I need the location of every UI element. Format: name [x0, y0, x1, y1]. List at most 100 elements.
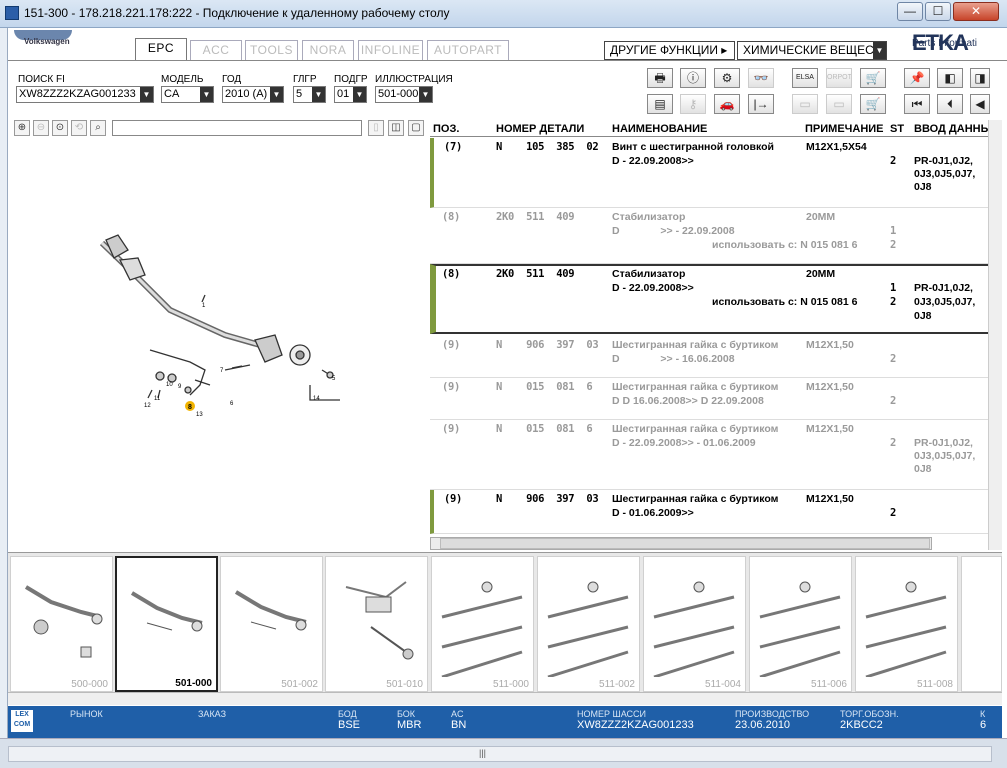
ac-value: BN	[451, 719, 467, 731]
trade-label: ТОРГ.ОБОЗН.	[840, 709, 899, 719]
next-page-icon[interactable]: ◨	[970, 68, 990, 88]
cart-icon[interactable]: 🛒	[860, 94, 886, 114]
table-row[interactable]: (9) N 906 397 03 Шестигранная гайка с бу…	[430, 490, 990, 534]
thumbnail[interactable]: 511-002	[537, 556, 640, 692]
thumbnail-scrollbar[interactable]	[8, 692, 1002, 705]
col-name[interactable]: НАИМЕНОВАНИЕ	[612, 123, 707, 135]
info-icon[interactable]: ⓘ	[680, 68, 706, 88]
other-functions-button[interactable]: ДРУГИЕ ФУНКЦИИ ▸	[604, 41, 735, 60]
callout-6: 6	[230, 401, 234, 407]
year-select[interactable]: 2010 (A) ▼	[222, 86, 284, 103]
illustration-panel[interactable]: 1 7 10 9 12 11 13 14 6 5 8	[10, 140, 428, 550]
prev-icon[interactable]: ⏴	[937, 94, 963, 114]
table-row-selected[interactable]: (8) 2K0 511 409 Стабилизатор D - 22.09.2…	[430, 264, 990, 334]
zoom-out-icon[interactable]: ⊖	[33, 120, 49, 136]
maximize-button[interactable]: ☐	[925, 2, 951, 21]
zoom-reset-icon[interactable]: ⟲	[71, 120, 87, 136]
first-icon[interactable]: ⏮	[904, 94, 930, 114]
chassis-label: НОМЕР ШАССИ	[577, 709, 647, 719]
thumbnail[interactable]: 511-006	[749, 556, 852, 692]
chevron-down-icon[interactable]: ▼	[140, 87, 153, 102]
callout-7: 7	[220, 368, 224, 374]
tab-autopart[interactable]: AUTOPART	[427, 40, 509, 60]
vin-search-select[interactable]: XW8ZZZ2KZAG001233 ▼	[16, 86, 154, 103]
table-row[interactable]: (8) 2K0 511 409 Стабилизатор D >> - 22.0…	[430, 208, 990, 264]
col-note[interactable]: ПРИМЕЧАНИЕ	[805, 123, 884, 135]
chassis-value: XW8ZZZ2KZAG001233	[577, 719, 694, 731]
table-row[interactable]: (9) N 906 397 03 Шестигранная гайка с бу…	[430, 336, 990, 378]
subgroup-value: 01	[337, 88, 350, 100]
desktop-hscrollbar[interactable]: |||	[8, 746, 992, 762]
chevron-down-icon[interactable]: ▼	[353, 87, 366, 102]
subgroup-select[interactable]: 01 ▼	[334, 86, 367, 103]
thumbnail[interactable]: 511-000	[431, 556, 534, 692]
minimize-button[interactable]: —	[897, 2, 923, 21]
list-icon[interactable]: ▤	[647, 94, 673, 114]
scroll-grip-icon[interactable]: |||	[479, 748, 486, 758]
key-icon[interactable]: ⚷	[680, 94, 706, 114]
full-view-icon[interactable]: ▢	[408, 120, 424, 136]
k-label: К	[980, 709, 986, 719]
year-value: 2010 (A)	[225, 88, 268, 100]
close-button[interactable]: ✕	[953, 2, 999, 21]
callout-8[interactable]: 8	[188, 404, 192, 411]
zoom-fit-icon[interactable]: ⊙	[52, 120, 68, 136]
car-icon[interactable]: 🚗	[714, 94, 740, 114]
zoom-in-icon[interactable]: ⊕	[14, 120, 30, 136]
magnifier-icon[interactable]: ⌕	[90, 120, 106, 136]
thumbnail[interactable]: 501-010	[325, 556, 428, 692]
doc-icon[interactable]: ▭	[792, 94, 818, 114]
doc2-icon[interactable]: ▭	[826, 94, 852, 114]
thumbnail-partial[interactable]	[961, 556, 1002, 692]
chevron-down-icon[interactable]: ▼	[200, 87, 213, 102]
thumbnail[interactable]: 511-008	[855, 556, 958, 692]
thumbnail[interactable]: 500-000	[10, 556, 113, 692]
table-hscroll-thumb[interactable]	[440, 538, 930, 549]
table-row[interactable]: (9) N 015 081 6 Шестигранная гайка с бур…	[430, 420, 990, 490]
model-select[interactable]: CA ▼	[161, 86, 214, 103]
chemicals-select[interactable]: ХИМИЧЕСКИЕ ВЕЩЕСТ ▼	[737, 41, 887, 60]
col-data[interactable]: ВВОД ДАННЫХ	[914, 123, 999, 135]
lexcom-logo: LEX COM	[11, 710, 33, 732]
prev-page-icon[interactable]: ◧	[937, 68, 963, 88]
pin-icon[interactable]: 📌	[904, 68, 930, 88]
tab-nora[interactable]: NORA	[302, 40, 354, 60]
vin-value: XW8ZZZ2KZAG001233	[19, 88, 136, 100]
chevron-down-icon[interactable]: ▼	[270, 87, 283, 102]
table-vscrollbar[interactable]	[988, 120, 1002, 550]
thumbnail-diagram	[865, 581, 947, 679]
thumbnail-diagram	[759, 581, 841, 679]
chevron-down-icon[interactable]: ▼	[312, 87, 325, 102]
thumbnail-label: 511-006	[811, 679, 847, 690]
minus-arrow-icon[interactable]: |→	[748, 94, 774, 114]
col-partnum[interactable]: НОМЕР ДЕТАЛИ	[496, 123, 584, 135]
bod-value: BSE	[338, 719, 361, 731]
thumbnail[interactable]: 501-002	[220, 556, 323, 692]
orpot-icon[interactable]: ORPOT	[826, 68, 852, 88]
illustration-select[interactable]: 501-000 ▼	[375, 86, 433, 103]
illustration-search-field[interactable]	[112, 120, 362, 136]
frame-icon[interactable]: ▯	[368, 120, 384, 136]
thumbnail-current[interactable]: 501-000	[115, 556, 218, 692]
tab-acc[interactable]: ACC	[190, 40, 242, 60]
print-icon[interactable]: 🖶	[647, 68, 673, 88]
maingroup-select[interactable]: 5 ▼	[293, 86, 326, 103]
table-row[interactable]: (7) N 105 385 02 Винт с шестигранной гол…	[430, 138, 990, 208]
elsa-icon[interactable]: ELSA	[792, 68, 818, 88]
cart-arrow-icon[interactable]: 🛒	[860, 68, 886, 88]
chevron-down-icon[interactable]: ▼	[873, 42, 886, 59]
chevron-down-icon[interactable]: ▼	[419, 87, 432, 102]
axle-diagram[interactable]: 1 7 10 9 12 11 13 14 6 5 8	[10, 140, 428, 550]
tab-epc[interactable]: EPC	[135, 38, 187, 60]
thumbnail[interactable]: 511-004	[643, 556, 746, 692]
col-pos[interactable]: ПОЗ.	[433, 123, 459, 135]
tab-tools[interactable]: TOOLS	[245, 40, 298, 60]
back-icon[interactable]: ◀	[970, 94, 990, 114]
illustration-label: ИЛЛЮСТРАЦИЯ	[375, 74, 453, 85]
service-icon[interactable]: ⚙	[714, 68, 740, 88]
glasses-icon[interactable]: 👓	[748, 68, 774, 88]
table-row[interactable]: (9) N 015 081 6 Шестигранная гайка с бур…	[430, 378, 990, 420]
split-view-icon[interactable]: ◫	[388, 120, 404, 136]
col-st[interactable]: ST	[890, 123, 904, 135]
tab-infoline[interactable]: INFOLINE	[358, 40, 423, 60]
